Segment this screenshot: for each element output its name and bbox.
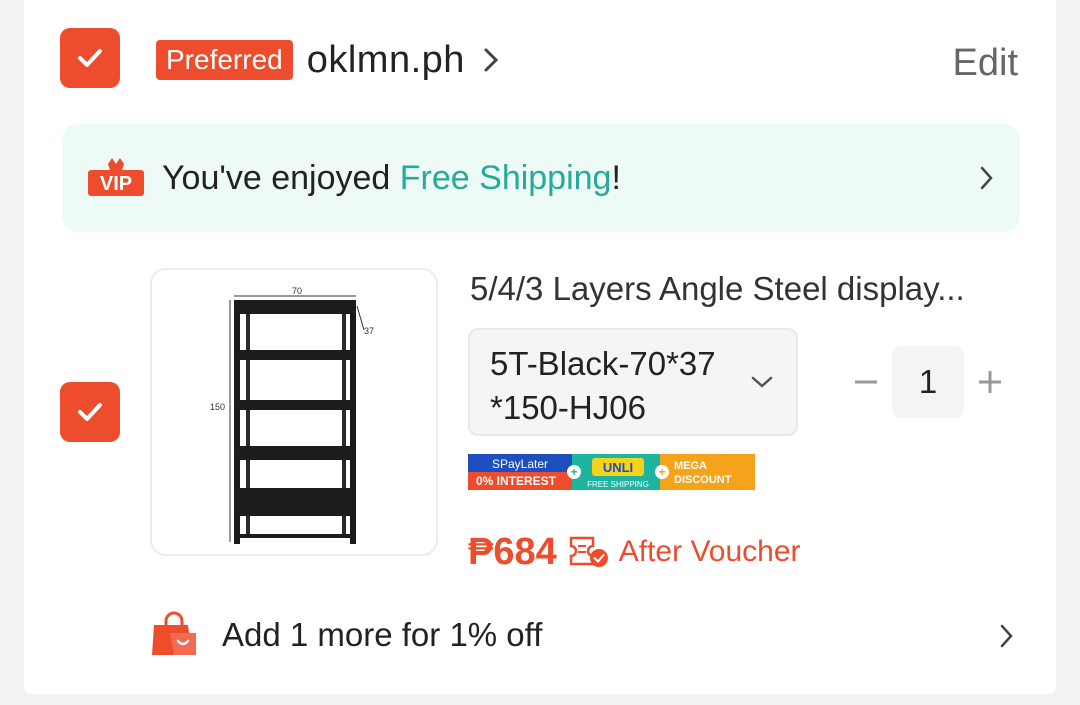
- variant-selector[interactable]: 5T-Black-70*37 *150-HJ06: [468, 328, 798, 436]
- divider: [24, 694, 1056, 705]
- steel-shelf-image: 70 37 150: [210, 286, 374, 544]
- add-more-text: Add 1 more for 1% off: [222, 616, 543, 653]
- product-price: ₱684: [468, 530, 557, 573]
- variant-line-1: 5T-Black-70*37: [490, 345, 716, 382]
- quantity-stepper: 1: [840, 346, 1016, 418]
- chevron-down-icon: [751, 376, 773, 388]
- decrease-quantity-button[interactable]: [840, 346, 892, 418]
- product-select-checkbox[interactable]: [60, 382, 120, 442]
- preferred-badge: Preferred: [156, 40, 293, 80]
- edit-button[interactable]: Edit: [953, 42, 1018, 85]
- shopping-bag-icon: [152, 611, 196, 655]
- add-more-discount-row[interactable]: Add 1 more for 1% off: [150, 610, 1020, 660]
- svg-text:+: +: [570, 465, 577, 479]
- voucher-icon: [569, 536, 608, 567]
- shop-select-checkbox[interactable]: [60, 28, 120, 88]
- free-shipping-text: You've enjoyed Free Shipping!: [162, 158, 621, 197]
- promo-banner: SPayLater 0% INTEREST + UNLI FREE SHIPPI…: [468, 454, 755, 490]
- svg-text:+: +: [658, 465, 665, 479]
- svg-text:70: 70: [292, 286, 302, 296]
- svg-text:DISCOUNT: DISCOUNT: [674, 474, 732, 486]
- chevron-right-icon: [484, 48, 499, 72]
- after-voucher-label: After Voucher: [618, 535, 801, 568]
- product-title[interactable]: 5/4/3 Layers Angle Steel display...: [470, 270, 1015, 308]
- product-image[interactable]: 70 37 150: [150, 268, 438, 556]
- minus-icon: [855, 380, 877, 384]
- quantity-value[interactable]: 1: [892, 346, 964, 418]
- plus-icon: [979, 371, 1001, 393]
- svg-text:150: 150: [210, 402, 225, 412]
- shop-header[interactable]: Preferred oklmn.ph: [156, 38, 499, 82]
- price-row: ₱684 After Voucher: [468, 530, 801, 574]
- svg-text:SPayLater: SPayLater: [492, 457, 548, 471]
- svg-text:0% INTEREST: 0% INTEREST: [476, 474, 557, 488]
- svg-text:MEGA: MEGA: [674, 460, 707, 472]
- check-icon: [78, 49, 102, 67]
- svg-text:VIP: VIP: [100, 173, 132, 195]
- svg-text:37: 37: [364, 326, 374, 336]
- vip-icon: VIP: [88, 158, 144, 196]
- shop-name[interactable]: oklmn.ph: [307, 39, 465, 82]
- free-shipping-banner[interactable]: VIP You've enjoyed Free Shipping!: [62, 124, 1020, 232]
- svg-text:UNLI: UNLI: [603, 460, 633, 475]
- variant-line-2: *150-HJ06: [490, 389, 646, 426]
- chevron-right-icon: [980, 166, 993, 190]
- increase-quantity-button[interactable]: [964, 346, 1016, 418]
- check-icon: [78, 403, 102, 421]
- chevron-right-icon: [1000, 624, 1013, 648]
- svg-text:FREE SHIPPING: FREE SHIPPING: [587, 480, 649, 489]
